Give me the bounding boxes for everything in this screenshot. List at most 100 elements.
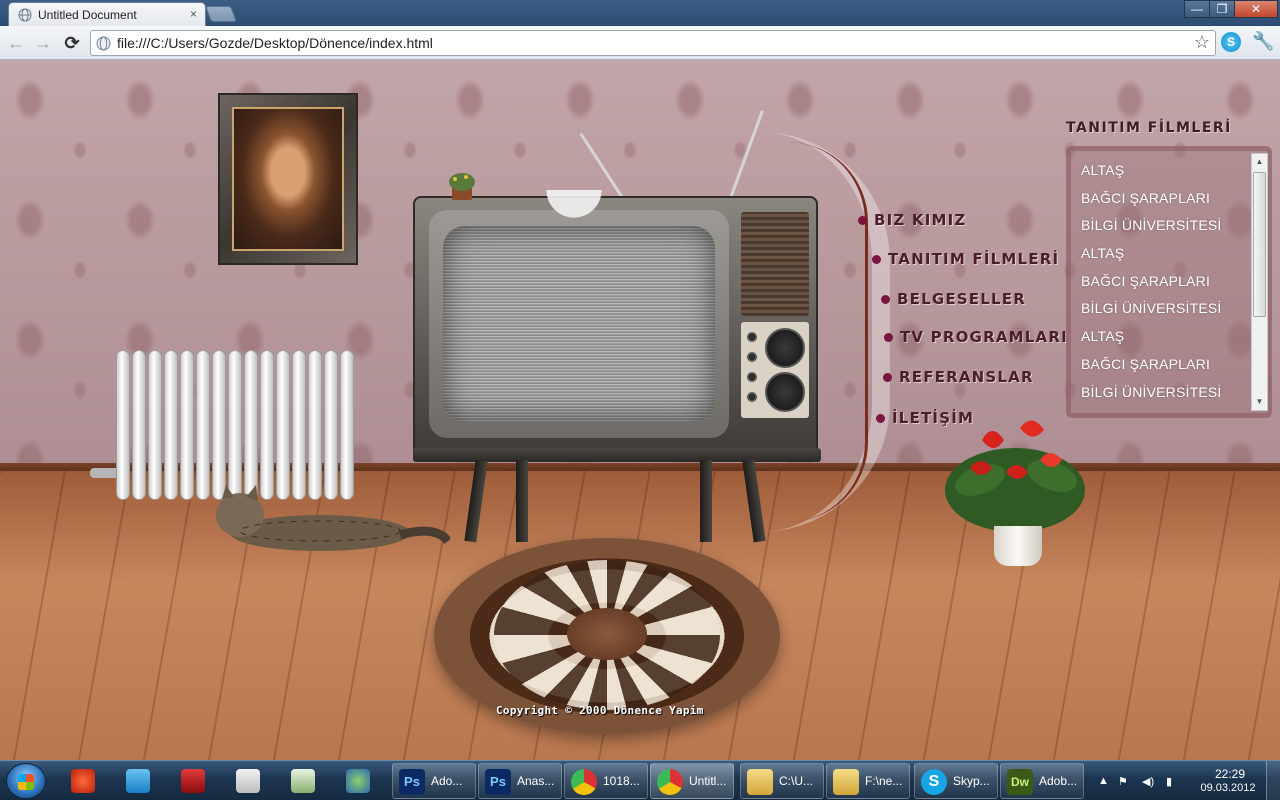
reload-button[interactable]: ⟳ (61, 32, 83, 54)
film-item[interactable]: ALTAŞ (1081, 240, 1249, 268)
menu-biz-kimiz[interactable]: BIZ KIMIZ (858, 211, 967, 229)
taskbar-app-photoshop-2[interactable]: Ps Anas... (478, 763, 562, 799)
taskbar-app-explorer-2[interactable]: F:\ne... (826, 763, 910, 799)
new-tab-button[interactable] (205, 6, 237, 22)
volume-icon[interactable]: ◀) (1142, 775, 1156, 788)
taskbar-app-skype[interactable]: S Skyp... (914, 763, 998, 799)
menu-tv-programlari[interactable]: TV PROGRAMLARI (884, 328, 1068, 346)
minimize-button[interactable]: — (1184, 0, 1210, 18)
scroll-thumb[interactable] (1253, 172, 1266, 317)
film-item[interactable]: ALTAŞ (1081, 157, 1249, 185)
cactus-pot (449, 173, 475, 200)
maximize-button[interactable]: ❐ (1209, 0, 1235, 18)
radiator-fin (324, 350, 338, 500)
pinned-app[interactable] (223, 764, 273, 798)
photoshop-icon: Ps (485, 769, 511, 795)
menu-referanslar[interactable]: REFERANSLAR (883, 368, 1034, 386)
taskbar-app-photoshop-1[interactable]: Ps Ado... (392, 763, 476, 799)
back-button[interactable]: ← (5, 32, 27, 54)
menu-label: REFERANSLAR (899, 368, 1034, 386)
taskbar-label: Anas... (517, 774, 555, 788)
windows-taskbar: Ps Ado... Ps Anas... 1018... Untitl... C… (0, 760, 1280, 800)
taskbar-label: 1018... (603, 774, 640, 788)
cat-image (216, 485, 450, 551)
pinned-app[interactable] (58, 764, 108, 798)
clock-time[interactable]: 22:29 (1210, 767, 1250, 781)
taskbar-label: F:\ne... (865, 774, 903, 788)
taskbar-label: C:\U... (779, 774, 814, 788)
dropbox-icon (126, 769, 150, 793)
film-item[interactable]: BAĞCI ŞARAPLARI (1081, 268, 1249, 296)
users-icon (346, 769, 370, 793)
window-manager-icon (291, 769, 315, 793)
browser-titlebar: Untitled Document × — ❐ ✕ (0, 0, 1280, 26)
film-item[interactable]: BİLGİ ÜNİVERSİTESİ (1081, 379, 1249, 407)
film-item[interactable]: BİLGİ ÜNİVERSİTESİ (1081, 295, 1249, 323)
forward-button[interactable]: → (32, 32, 54, 54)
address-url[interactable]: file:///C:/Users/Gozde/Desktop/Dönence/i… (117, 35, 433, 51)
tv-button (747, 372, 757, 382)
skype-extension-icon[interactable]: S (1221, 32, 1241, 52)
skype-icon: S (921, 769, 947, 795)
close-tab-icon[interactable]: × (190, 7, 197, 21)
taskbar-app-explorer-1[interactable]: C:\U... (740, 763, 824, 799)
tv-button (747, 392, 757, 402)
close-window-button[interactable]: ✕ (1234, 0, 1278, 18)
menu-belgeseller[interactable]: BELGESELLER (881, 290, 1026, 308)
show-desktop-button[interactable] (1266, 761, 1280, 800)
tv-leg (516, 460, 528, 542)
radiator-fin (228, 350, 242, 500)
ccleaner-icon (71, 769, 95, 793)
browser-tab[interactable]: Untitled Document × (8, 2, 206, 26)
rug-center (567, 608, 647, 660)
tv-static-screen (443, 226, 715, 422)
radiator-fin (180, 350, 194, 500)
retro-tv (413, 196, 818, 458)
plant-pot (994, 526, 1042, 566)
film-item[interactable]: BAĞCI ŞARAPLARI (1081, 351, 1249, 379)
taskbar-label: Adob... (1039, 774, 1078, 788)
network-icon[interactable]: ▮ (1166, 775, 1180, 788)
tray-expand-icon[interactable]: ▲ (1098, 775, 1112, 787)
films-panel-title: TANITIM FİLMLERİ (1066, 120, 1232, 136)
menu-bullet (881, 294, 890, 304)
photoshop-icon: Ps (399, 769, 425, 795)
address-bar[interactable]: file:///C:/Users/Gozde/Desktop/Dönence/i… (90, 30, 1216, 56)
notepad-icon (236, 769, 260, 793)
menu-arc-line (788, 142, 868, 522)
scroll-down-arrow-icon[interactable]: ▼ (1252, 394, 1267, 410)
dreamweaver-icon: Dw (1007, 769, 1033, 795)
clock-date[interactable]: 09.03.2012 (1196, 782, 1260, 794)
portrait-painting (232, 107, 344, 251)
menu-label: TV PROGRAMLARI (900, 328, 1068, 346)
pinned-app[interactable] (333, 764, 383, 798)
menu-bullet (872, 254, 881, 264)
web-page: Copyright © 2000 Dönence Yapim BIZ KIMIZ… (0, 60, 1280, 760)
film-item[interactable]: BİLGİ ÜNİVERSİTESİ (1081, 212, 1249, 240)
menu-bullet (876, 413, 885, 423)
bookmark-star-icon[interactable]: ☆ (1194, 32, 1210, 53)
start-button[interactable] (6, 763, 46, 799)
pinned-app[interactable] (278, 764, 328, 798)
browser-toolbar: ← → ⟳ file:///C:/Users/Gozde/Desktop/Dön… (0, 26, 1280, 60)
tv-button (747, 332, 757, 342)
pinned-app[interactable] (168, 764, 218, 798)
radiator-fin (132, 350, 146, 500)
taskbar-label: Ado... (431, 774, 463, 788)
wrench-icon[interactable]: 🔧 (1252, 31, 1274, 52)
film-item[interactable]: BAĞCI ŞARAPLARI (1081, 185, 1249, 213)
chrome-icon (571, 769, 597, 795)
menu-tanitim-filmleri[interactable]: TANITIM FİLMLERİ (872, 250, 1059, 268)
taskbar-app-chrome-1[interactable]: 1018... (564, 763, 648, 799)
taskbar-app-chrome-2[interactable]: Untitl... (650, 763, 734, 799)
taskbar-app-dreamweaver[interactable]: Dw Adob... (1000, 763, 1084, 799)
scroll-up-arrow-icon[interactable]: ▲ (1252, 154, 1267, 170)
menu-label: BIZ KIMIZ (874, 211, 967, 229)
radiator-fin (148, 350, 162, 500)
film-item[interactable]: ALTAŞ (1081, 323, 1249, 351)
pinned-app[interactable] (113, 764, 163, 798)
tray-flag-icon[interactable]: ⚑ (1118, 775, 1132, 788)
radiator-fin (116, 350, 130, 500)
radiator-fin (196, 350, 210, 500)
films-scrollbar[interactable]: ▲ ▼ (1251, 153, 1268, 411)
